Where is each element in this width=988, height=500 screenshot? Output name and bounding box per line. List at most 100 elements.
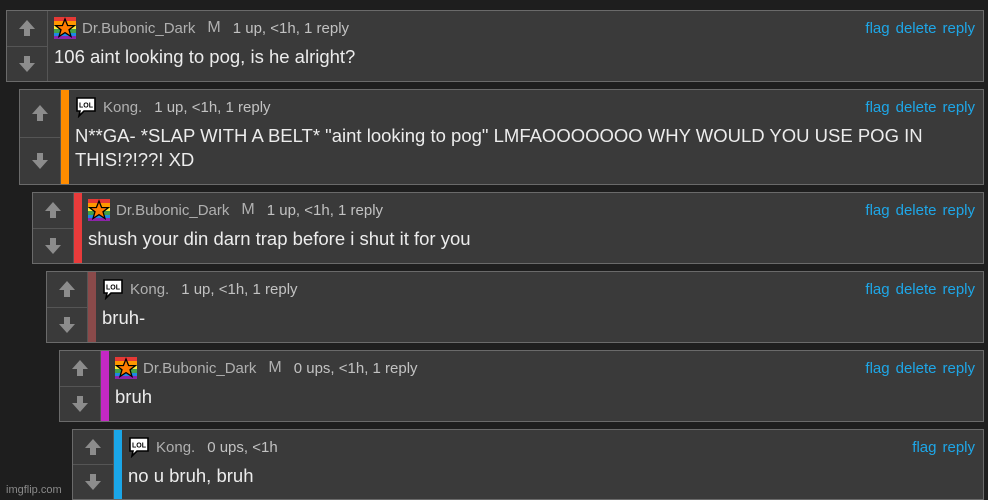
delete-link[interactable]: delete [896, 20, 937, 37]
reply-link[interactable]: reply [942, 99, 975, 116]
flag-link[interactable]: flag [865, 20, 889, 37]
comment-text: bruh- [102, 307, 146, 328]
flag-link[interactable]: flag [865, 281, 889, 298]
arrow-down-icon [32, 152, 48, 169]
comment-actions: flag delete reply [865, 193, 975, 227]
lol-speech-bubble-icon: LOL [103, 279, 123, 300]
vote-column [60, 351, 101, 421]
reply-depth-bar [114, 430, 122, 499]
comment: LOL Kong. 0 ups, <1h flag reply no u bru… [72, 429, 984, 500]
delete-link[interactable]: delete [896, 360, 937, 377]
comment: Dr.Bubonic_Dark M 1 up, <1h, 1 reply fla… [6, 10, 984, 82]
mod-badge: M [207, 19, 221, 36]
upvote-button[interactable] [73, 430, 113, 464]
username[interactable]: Dr.Bubonic_Dark [116, 202, 229, 219]
vote-column [47, 272, 88, 342]
comment-body: Dr.Bubonic_Dark M 0 ups, <1h, 1 reply fl… [109, 351, 983, 421]
arrow-up-icon [59, 281, 75, 298]
comment-stats: 1 up, <1h, 1 reply [266, 201, 384, 219]
username[interactable]: Kong. [130, 281, 169, 298]
delete-link[interactable]: delete [896, 99, 937, 116]
comment-text: 106 aint looking to pog, is he alright? [54, 46, 356, 67]
comment-text: bruh [115, 386, 153, 407]
rainbow-star-icon [54, 17, 76, 39]
comment-actions: flag delete reply [865, 90, 975, 124]
svg-text:LOL: LOL [106, 285, 121, 292]
comment-actions: flag reply [912, 430, 975, 464]
downvote-button[interactable] [73, 464, 113, 499]
comment-text: no u bruh, bruh [128, 465, 254, 486]
comment-body: LOL Kong. 1 up, <1h, 1 reply flag delete… [96, 272, 983, 342]
vote-column [7, 11, 48, 81]
comment-actions: flag delete reply [865, 272, 975, 306]
comment-meta: LOL Kong. 1 up, <1h, 1 reply [102, 272, 975, 306]
upvote-button[interactable] [7, 11, 47, 46]
downvote-button[interactable] [20, 136, 60, 185]
mod-badge: M [268, 359, 282, 376]
username[interactable]: Kong. [103, 99, 142, 116]
comment-stats: 1 up, <1h, 1 reply [181, 280, 298, 298]
svg-text:LOL: LOL [79, 103, 94, 110]
username[interactable]: Dr.Bubonic_Dark [143, 360, 256, 377]
vote-column [20, 90, 61, 184]
reply-link[interactable]: reply [942, 439, 975, 456]
arrow-down-icon [72, 395, 88, 412]
reply-link[interactable]: reply [942, 281, 975, 298]
upvote-button[interactable] [20, 90, 60, 137]
downvote-button[interactable] [33, 227, 73, 264]
reply-depth-bar [101, 351, 109, 421]
vote-column [73, 430, 114, 499]
flag-link[interactable]: flag [865, 360, 889, 377]
comment-meta: LOL Kong. 0 ups, <1h [128, 430, 975, 464]
comment-body: Dr.Bubonic_Dark M 1 up, <1h, 1 reply fla… [48, 11, 983, 81]
reply-depth-bar [61, 90, 69, 184]
delete-link[interactable]: delete [896, 202, 937, 219]
delete-link[interactable]: delete [896, 281, 937, 298]
comment-body: LOL Kong. 1 up, <1h, 1 reply flag delete… [69, 90, 983, 184]
downvote-button[interactable] [60, 385, 100, 422]
lol-speech-bubble-icon: LOL [129, 437, 149, 458]
downvote-button[interactable] [47, 306, 87, 343]
comment: LOL Kong. 1 up, <1h, 1 reply flag delete… [46, 271, 984, 343]
flag-link[interactable]: flag [865, 99, 889, 116]
reply-depth-bar [88, 272, 96, 342]
arrow-up-icon [19, 20, 35, 37]
svg-text:LOL: LOL [132, 443, 147, 450]
comment-body: LOL Kong. 0 ups, <1h flag reply no u bru… [122, 430, 983, 499]
comment-meta: Dr.Bubonic_Dark M 0 ups, <1h, 1 reply [115, 351, 975, 385]
username[interactable]: Dr.Bubonic_Dark [82, 20, 195, 37]
comment-meta: Dr.Bubonic_Dark M 1 up, <1h, 1 reply [88, 193, 975, 227]
rainbow-star-icon [115, 357, 137, 379]
upvote-button[interactable] [33, 193, 73, 228]
reply-link[interactable]: reply [942, 202, 975, 219]
comment: LOL Kong. 1 up, <1h, 1 reply flag delete… [19, 89, 984, 185]
flag-link[interactable]: flag [865, 202, 889, 219]
comment-actions: flag delete reply [865, 351, 975, 385]
lol-speech-bubble-icon: LOL [76, 97, 96, 118]
reply-depth-bar [74, 193, 82, 263]
arrow-down-icon [59, 316, 75, 333]
arrow-down-icon [19, 55, 35, 72]
comment-stats: 0 ups, <1h [207, 438, 278, 456]
rainbow-star-icon [88, 199, 110, 221]
downvote-button[interactable] [7, 45, 47, 82]
flag-link[interactable]: flag [912, 439, 936, 456]
comment-meta: Dr.Bubonic_Dark M 1 up, <1h, 1 reply [54, 11, 975, 45]
vote-column [33, 193, 74, 263]
arrow-up-icon [32, 105, 48, 122]
arrow-down-icon [45, 237, 61, 254]
arrow-down-icon [85, 474, 101, 490]
username[interactable]: Kong. [156, 439, 195, 456]
comment-text: N**GA- *SLAP WITH A BELT* "aint looking … [75, 125, 923, 170]
watermark: imgflip.com [6, 484, 62, 496]
comment-actions: flag delete reply [865, 11, 975, 45]
upvote-button[interactable] [47, 272, 87, 307]
comment: Dr.Bubonic_Dark M 1 up, <1h, 1 reply fla… [32, 192, 984, 264]
reply-link[interactable]: reply [942, 360, 975, 377]
reply-link[interactable]: reply [942, 20, 975, 37]
arrow-up-icon [85, 439, 101, 455]
comment-meta: LOL Kong. 1 up, <1h, 1 reply [75, 90, 975, 124]
comment-stats: 1 up, <1h, 1 reply [154, 98, 271, 116]
upvote-button[interactable] [60, 351, 100, 386]
comment-stats: 1 up, <1h, 1 reply [232, 19, 350, 37]
